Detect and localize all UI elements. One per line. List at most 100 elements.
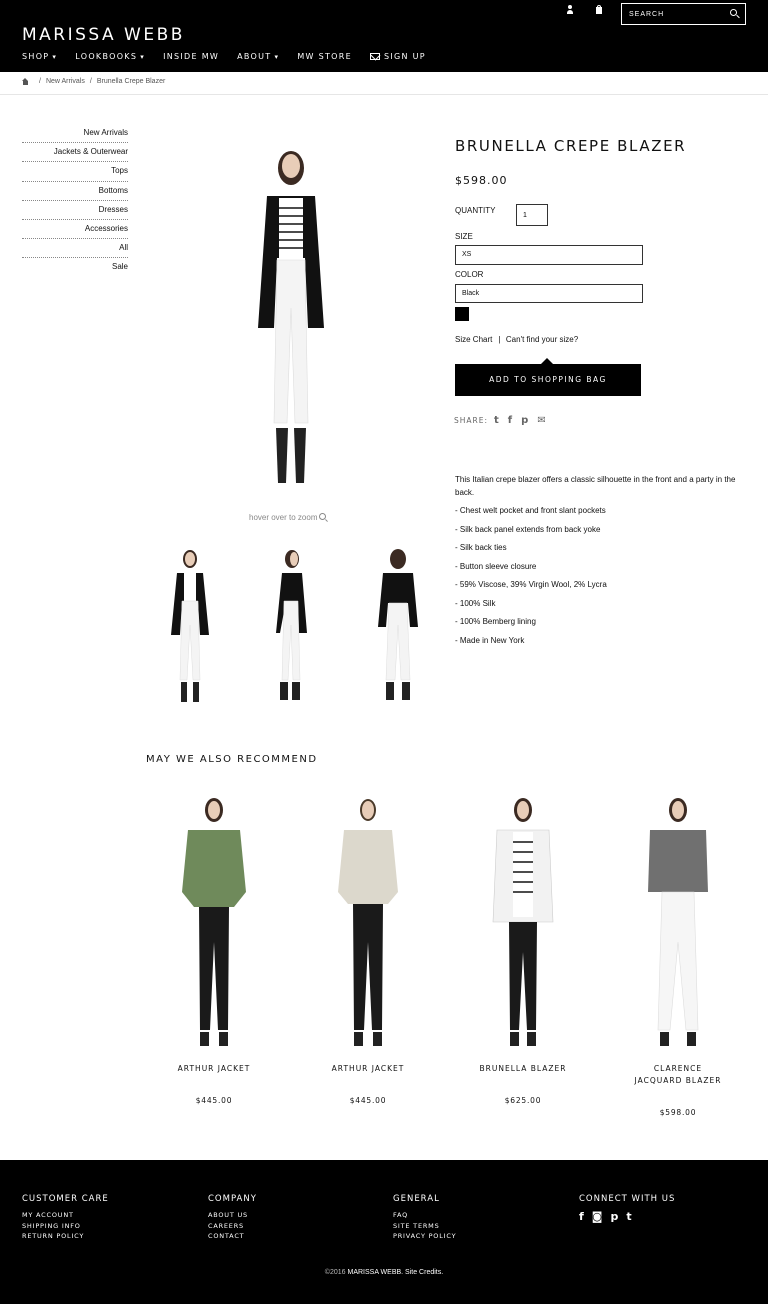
quantity-input[interactable]	[516, 204, 548, 226]
zoom-in-icon	[319, 513, 329, 522]
footer-link-site-terms[interactable]: SITE TERMS	[393, 1221, 456, 1232]
twitter-icon[interactable]: t	[494, 415, 499, 426]
footer-heading: COMPANY	[208, 1194, 257, 1204]
search-icon[interactable]	[730, 9, 740, 19]
footer-heading: CUSTOMER CARE	[22, 1194, 109, 1204]
size-chart-link[interactable]: Size Chart	[455, 335, 492, 344]
recommend-name[interactable]: ARTHUR JACKET	[149, 1063, 279, 1075]
nav-inside-mw[interactable]: INSIDE MW	[163, 52, 219, 61]
footer-heading: CONNECT WITH US	[579, 1194, 676, 1204]
sidebar-item-sale[interactable]: Sale	[22, 258, 128, 277]
product-description: This Italian crepe blazer offers a class…	[455, 475, 736, 497]
recommend-price: $598.00	[659, 1108, 697, 1117]
footer-link-my-account[interactable]: MY ACCOUNT	[22, 1210, 109, 1221]
cant-find-size-link[interactable]: Can't find your size?	[506, 335, 578, 344]
recommend-name[interactable]: BRUNELLA BLAZER	[458, 1063, 588, 1075]
size-select[interactable]: XS	[455, 245, 643, 265]
footer-link-return-policy[interactable]: RETURN POLICY	[22, 1231, 109, 1242]
recommend-image[interactable]	[174, 792, 254, 1052]
recommend-image[interactable]	[328, 792, 408, 1052]
pinterest-icon[interactable]: p	[610, 1210, 618, 1223]
twitter-icon[interactable]: t	[626, 1210, 631, 1223]
main-product-image[interactable]	[232, 138, 350, 493]
breadcrumb-separator: /	[39, 78, 41, 85]
thumbnail-front[interactable]	[160, 545, 220, 710]
recommend-image[interactable]	[483, 792, 563, 1052]
add-to-bag-button[interactable]: ADD TO SHOPPING BAG	[455, 364, 641, 396]
recommend-price: $625.00	[504, 1096, 542, 1105]
sidebar-item-all[interactable]: All	[22, 239, 128, 259]
recommend-name[interactable]: CLARENCE JACQUARD BLAZER	[613, 1063, 743, 1087]
color-label: COLOR	[455, 270, 484, 279]
recommend-price: $445.00	[195, 1096, 233, 1105]
recommend-price: $445.00	[349, 1096, 387, 1105]
chevron-down-icon: ▾	[52, 53, 58, 61]
nav-about[interactable]: ABOUT ▾	[237, 52, 279, 61]
chevron-down-icon: ▾	[274, 53, 280, 61]
footer-link-faq[interactable]: FAQ	[393, 1210, 456, 1221]
size-links: Size Chart | Can't find your size?	[455, 335, 578, 344]
search-box	[621, 3, 746, 25]
home-icon[interactable]	[22, 78, 29, 85]
recommend-heading: MAY WE ALSO RECOMMEND	[146, 754, 318, 765]
divider	[0, 94, 768, 95]
category-sidebar: New Arrivals Jackets & Outerwear Tops Bo…	[22, 124, 128, 278]
main-nav: SHOP ▾ LOOKBOOKS ▾ INSIDE MW ABOUT ▾ MW STO…	[22, 52, 444, 61]
sidebar-item-bottoms[interactable]: Bottoms	[22, 182, 128, 201]
facebook-icon[interactable]: f	[579, 1210, 584, 1223]
nav-lookbooks[interactable]: LOOKBOOKS ▾	[75, 52, 145, 61]
footer-link-shipping-info[interactable]: SHIPPING INFO	[22, 1221, 109, 1232]
social-links: f ◙ p t	[579, 1210, 675, 1223]
product-detail-bullet: - Silk back panel extends from back yoke	[455, 525, 601, 534]
zoom-hint: hover over to zoom	[249, 513, 329, 522]
chevron-down-icon: ▾	[140, 53, 146, 61]
nav-sign-up[interactable]: SIGN UP	[369, 52, 426, 61]
color-swatch[interactable]	[455, 307, 469, 321]
sidebar-item-tops[interactable]: Tops	[22, 162, 128, 182]
pinterest-icon[interactable]: p	[521, 415, 528, 426]
nav-shop[interactable]: SHOP ▾	[22, 52, 57, 61]
breadcrumb-separator: /	[89, 78, 92, 85]
recommend-image[interactable]	[638, 792, 718, 1052]
product-title: BRUNELLA CREPE BLAZER	[455, 137, 687, 155]
site-logo[interactable]: MARISSA WEBB	[22, 25, 185, 45]
footer-general: GENERAL FAQ SITE TERMS PRIVACY POLICY	[393, 1194, 456, 1242]
email-icon[interactable]: ✉	[537, 415, 545, 426]
footer-connect: CONNECT WITH US f ◙ p t	[579, 1194, 675, 1223]
sidebar-item-new-arrivals[interactable]: New Arrivals	[22, 124, 128, 144]
size-links-divider: |	[498, 335, 501, 344]
breadcrumb: / New Arrivals / Brunella Crepe Blazer	[22, 78, 165, 85]
sidebar-item-accessories[interactable]: Accessories	[22, 220, 128, 240]
account-icon[interactable]	[566, 5, 574, 14]
site-footer: CUSTOMER CARE MY ACCOUNT SHIPPING INFO R…	[0, 1160, 768, 1304]
color-select[interactable]: Black	[455, 284, 643, 303]
breadcrumb-new-arrivals[interactable]: New Arrivals	[46, 78, 85, 85]
footer-customer-care: CUSTOMER CARE MY ACCOUNT SHIPPING INFO R…	[22, 1194, 109, 1242]
share-label: SHARE:	[454, 416, 489, 425]
product-detail-bullet: - Chest welt pocket and front slant pock…	[455, 506, 606, 515]
product-detail-bullet: - 100% Bemberg lining	[455, 617, 536, 626]
footer-link-privacy-policy[interactable]: PRIVACY POLICY	[393, 1231, 456, 1242]
shopping-bag-icon[interactable]	[595, 5, 603, 14]
footer-link-contact[interactable]: CONTACT	[208, 1231, 257, 1242]
breadcrumb-current: Brunella Crepe Blazer	[96, 78, 166, 85]
sidebar-item-dresses[interactable]: Dresses	[22, 201, 128, 220]
product-detail-bullet: - Silk back ties	[455, 543, 507, 552]
nav-mw-store[interactable]: MW STORE	[297, 52, 352, 61]
site-header: MARISSA WEBB SHOP▾ LOOKBOOKS▾ INSIDE MW …	[0, 0, 768, 72]
product-detail-bullet: - 100% Silk	[455, 599, 496, 608]
thumbnail-side[interactable]	[262, 545, 322, 710]
sidebar-item-jackets-outerwear[interactable]: Jackets & Outerwear	[22, 143, 128, 163]
footer-company: COMPANY ABOUT US CAREERS CONTACT	[208, 1194, 257, 1242]
footer-link-about-us[interactable]: ABOUT US	[208, 1210, 257, 1221]
product-detail-bullet: - 59% Viscose, 39% Virgin Wool, 2% Lycra	[455, 580, 607, 589]
thumbnail-back[interactable]	[368, 545, 428, 710]
footer-link-careers[interactable]: CAREERS	[208, 1221, 257, 1232]
facebook-icon[interactable]: f	[508, 415, 512, 426]
search-input[interactable]	[622, 4, 722, 24]
size-label: SIZE	[455, 232, 473, 241]
instagram-icon[interactable]: ◙	[592, 1210, 603, 1223]
site-credits-link[interactable]: MARISSA WEBB. Site Credits.	[347, 1269, 443, 1276]
recommend-name[interactable]: ARTHUR JACKET	[303, 1063, 433, 1075]
envelope-icon	[369, 53, 380, 60]
